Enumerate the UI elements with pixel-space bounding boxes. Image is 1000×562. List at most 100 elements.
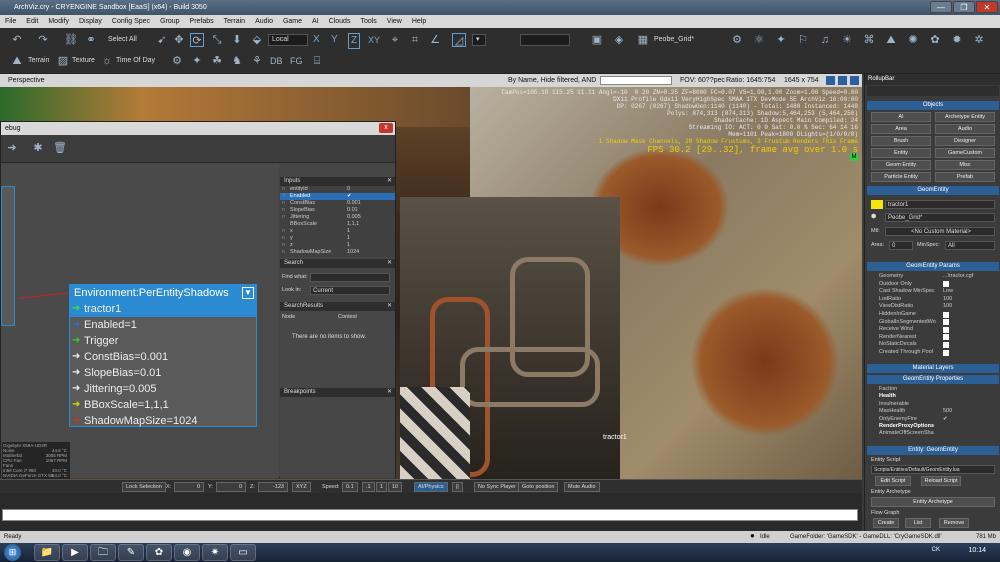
- entity-script-path[interactable]: Scripts/Entities/Default/GeomEntity.lua: [871, 465, 995, 474]
- input-value[interactable]: ✔: [347, 193, 352, 200]
- param-value[interactable]: [943, 281, 949, 288]
- object-type-button[interactable]: Entity: [871, 148, 931, 158]
- props-header[interactable]: GeomEntity Properties: [867, 375, 999, 384]
- entity-header[interactable]: Entity: GeomEntity: [867, 446, 999, 455]
- speed-01-button[interactable]: .1: [362, 482, 375, 492]
- y-input[interactable]: 0: [216, 482, 246, 492]
- params-header[interactable]: GeomEntity Params: [867, 262, 999, 271]
- flowgraph-canvas[interactable]: Environment:PerEntityShadows ▼ ➜ tractor1…: [1, 164, 279, 478]
- link-icon[interactable]: ⛓: [64, 33, 78, 47]
- menu-prefabs[interactable]: Prefabs: [185, 15, 219, 28]
- name-input[interactable]: tractor1: [885, 200, 995, 209]
- geomentity-header[interactable]: GeomEntity: [867, 186, 999, 195]
- node-port[interactable]: ➜ Jittering=0.005: [70, 381, 256, 397]
- texture-button[interactable]: Texture: [72, 54, 95, 68]
- xyz-button[interactable]: XYZ: [292, 482, 311, 492]
- start-button[interactable]: ⊞: [4, 544, 21, 561]
- rollup-tabs[interactable]: [867, 86, 999, 96]
- color-swatch[interactable]: [871, 200, 883, 209]
- bug-icon[interactable]: ✱: [31, 141, 45, 155]
- ruler-icon[interactable]: ◿: [452, 33, 466, 47]
- param-value[interactable]: ...\tractor.cgf: [943, 273, 973, 280]
- object-type-button[interactable]: Archetype Entity: [935, 112, 995, 122]
- angle-snap-icon[interactable]: ∠: [428, 33, 442, 47]
- ai-physics-button[interactable]: AI/Physics: [414, 482, 448, 492]
- tool-icon-1[interactable]: ⚙: [170, 54, 184, 68]
- mute-audio-button[interactable]: Mute Audio: [564, 482, 600, 492]
- viewport-filter[interactable]: By Name, Hide filtered, AND: [508, 74, 596, 87]
- material-layers-header[interactable]: Material Layers: [867, 364, 999, 373]
- lighting-icon[interactable]: ✹: [950, 33, 964, 47]
- object-type-button[interactable]: Particle Entity: [871, 172, 931, 182]
- language-indicator[interactable]: CK: [932, 547, 940, 553]
- clock[interactable]: 10:14: [968, 547, 986, 554]
- col-node[interactable]: Node: [282, 314, 295, 320]
- mtl-button[interactable]: <No Custom Material>: [885, 227, 995, 236]
- menu-game[interactable]: Game: [278, 15, 307, 28]
- taskbar-paint-icon[interactable]: ✿: [146, 544, 172, 561]
- edit-script-button[interactable]: Edit Script: [875, 476, 911, 486]
- node-port[interactable]: ➜ tractor1: [70, 301, 256, 317]
- viewport-search-input[interactable]: [600, 76, 672, 85]
- redo-icon[interactable]: ↷: [36, 33, 50, 47]
- input-row[interactable]: n ConstBias 0.001: [280, 200, 395, 207]
- tool-icon-3[interactable]: ☘: [210, 54, 224, 68]
- lock-selection-button[interactable]: Lock Selection: [122, 482, 166, 492]
- layer-icon[interactable]: ▣: [590, 33, 604, 47]
- flowgraph-icon[interactable]: ⌘: [862, 33, 876, 47]
- node-port[interactable]: ➜ Trigger: [70, 333, 256, 349]
- object-type-button[interactable]: Designer: [935, 136, 995, 146]
- object-type-button[interactable]: Misc: [935, 160, 995, 170]
- input-row[interactable]: n SlopeBias 0.01: [280, 207, 395, 214]
- viewport-toggle-3[interactable]: [850, 76, 859, 85]
- object-type-button[interactable]: Brush: [871, 136, 931, 146]
- node-collapse-icon[interactable]: ▼: [242, 287, 254, 299]
- speed-input[interactable]: 0.1: [342, 482, 358, 492]
- axis-y-button[interactable]: Y: [331, 33, 338, 47]
- taskbar-media-icon[interactable]: ▶: [62, 544, 88, 561]
- remove-button[interactable]: Remove: [939, 518, 969, 528]
- menu-file[interactable]: File: [0, 15, 21, 28]
- unlink-icon[interactable]: ⚭: [84, 33, 98, 47]
- input-value[interactable]: 1,1,1: [347, 221, 359, 228]
- coord-system-select[interactable]: Local: [268, 34, 308, 46]
- param-value[interactable]: 100: [943, 296, 952, 303]
- param-value[interactable]: Low: [943, 288, 953, 295]
- tool-icon-6[interactable]: ⌸: [310, 54, 324, 68]
- close-button[interactable]: ✕: [976, 1, 998, 13]
- tool-icon-5[interactable]: ⚘: [250, 54, 264, 68]
- speed-10-button[interactable]: 10: [388, 482, 403, 492]
- source-node[interactable]: [1, 186, 15, 326]
- param-value[interactable]: [943, 319, 949, 326]
- input-value[interactable]: 1: [347, 242, 350, 249]
- object-label[interactable]: tractor1: [603, 434, 627, 441]
- place-icon[interactable]: ⬇: [230, 33, 244, 47]
- reload-script-button[interactable]: Reload Script: [921, 476, 961, 486]
- node-port[interactable]: ➜ ConstBias=0.001: [70, 349, 256, 365]
- ai-icon[interactable]: ✦: [774, 33, 788, 47]
- menu-clouds[interactable]: Clouds: [324, 15, 356, 28]
- find-what-input[interactable]: [310, 273, 390, 282]
- taskbar-terminal-icon[interactable]: ▭: [230, 544, 256, 561]
- layer-select[interactable]: [520, 34, 570, 46]
- axis-xy-button[interactable]: XY: [368, 33, 380, 47]
- taskbar-cryengine-icon[interactable]: ✷: [202, 544, 228, 561]
- create-button[interactable]: Create: [873, 518, 899, 528]
- taskbar-folder-icon[interactable]: 🗀: [90, 544, 116, 561]
- console-input[interactable]: [2, 509, 858, 521]
- scale-icon[interactable]: ⤡: [210, 33, 224, 47]
- input-value[interactable]: 0.01: [347, 207, 358, 214]
- node-port[interactable]: ➜ ShadowMapSize=1024: [70, 413, 256, 429]
- forward-icon[interactable]: ➜: [5, 141, 19, 155]
- menu-modify[interactable]: Modify: [43, 15, 74, 28]
- viewport-label[interactable]: Perspective: [8, 74, 45, 87]
- input-row[interactable]: nz 1: [280, 242, 395, 249]
- move-icon[interactable]: ✥: [172, 33, 186, 47]
- input-value[interactable]: 1: [347, 228, 350, 235]
- select-icon[interactable]: ➹: [155, 33, 169, 47]
- input-row[interactable]: n entityId 0: [280, 186, 395, 193]
- node-port[interactable]: ➜ BBoxScale=1,1,1: [70, 397, 256, 413]
- settings-icon[interactable]: ✿: [928, 33, 942, 47]
- tool-icon-4[interactable]: ♞: [230, 54, 244, 68]
- tool-icon-2[interactable]: ✦: [190, 54, 204, 68]
